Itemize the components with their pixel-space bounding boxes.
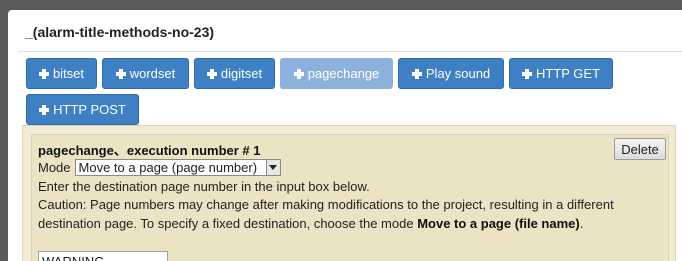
chevron-down-icon[interactable] — [265, 160, 280, 175]
mode-label: Mode — [38, 160, 71, 175]
button-label: wordset — [129, 66, 176, 81]
action-heading: pagechange、execution number # 1 — [38, 143, 261, 158]
delete-button[interactable]: Delete — [614, 138, 666, 160]
action-item-pagechange: pagechange、execution number # 1 Delete M… — [31, 134, 669, 261]
mode-selected-value: Move to a page (page number) — [78, 160, 258, 175]
http-post-button[interactable]: HTTP POST — [26, 94, 139, 125]
mode-select[interactable]: Move to a page (page number) — [74, 159, 281, 176]
mode-name-emphasis: Move to a page (file name) — [417, 216, 580, 231]
button-label: bitset — [52, 66, 85, 81]
wordset-button[interactable]: wordset — [102, 58, 189, 89]
panel-title: _(alarm-title-methods-no-23) — [25, 24, 215, 40]
caution-text-line2: destination page. To specify a fixed des… — [38, 216, 584, 231]
button-label: Play sound — [425, 66, 491, 81]
mode-row: Mode Move to a page (page number) — [38, 159, 281, 176]
button-label: digitset — [220, 66, 263, 81]
title-divider — [18, 51, 682, 52]
instruction-text: Enter the destination page number in the… — [38, 179, 370, 194]
http-get-button[interactable]: HTTP GET — [509, 58, 613, 89]
plus-icon — [38, 68, 49, 79]
button-label: HTTP GET — [535, 66, 601, 81]
button-label: HTTP POST — [53, 102, 126, 117]
page-number-input[interactable] — [38, 251, 168, 261]
pagechange-button[interactable]: pagechange — [280, 58, 393, 89]
bitset-button[interactable]: bitset — [26, 58, 97, 89]
plus-icon — [39, 104, 50, 115]
digitset-button[interactable]: digitset — [194, 58, 275, 89]
plus-icon — [293, 68, 304, 79]
plus-icon — [411, 68, 422, 79]
button-label: pagechange — [307, 66, 380, 81]
plus-icon — [206, 68, 217, 79]
play-sound-button[interactable]: Play sound — [398, 58, 504, 89]
alarm-methods-panel: _(alarm-title-methods-no-23) bitset word… — [8, 10, 682, 261]
action-list: pagechange、execution number # 1 Delete M… — [22, 125, 676, 261]
plus-icon — [521, 68, 532, 79]
plus-icon — [115, 68, 126, 79]
caution-text-line1: Caution: Page numbers may change after m… — [38, 197, 614, 212]
